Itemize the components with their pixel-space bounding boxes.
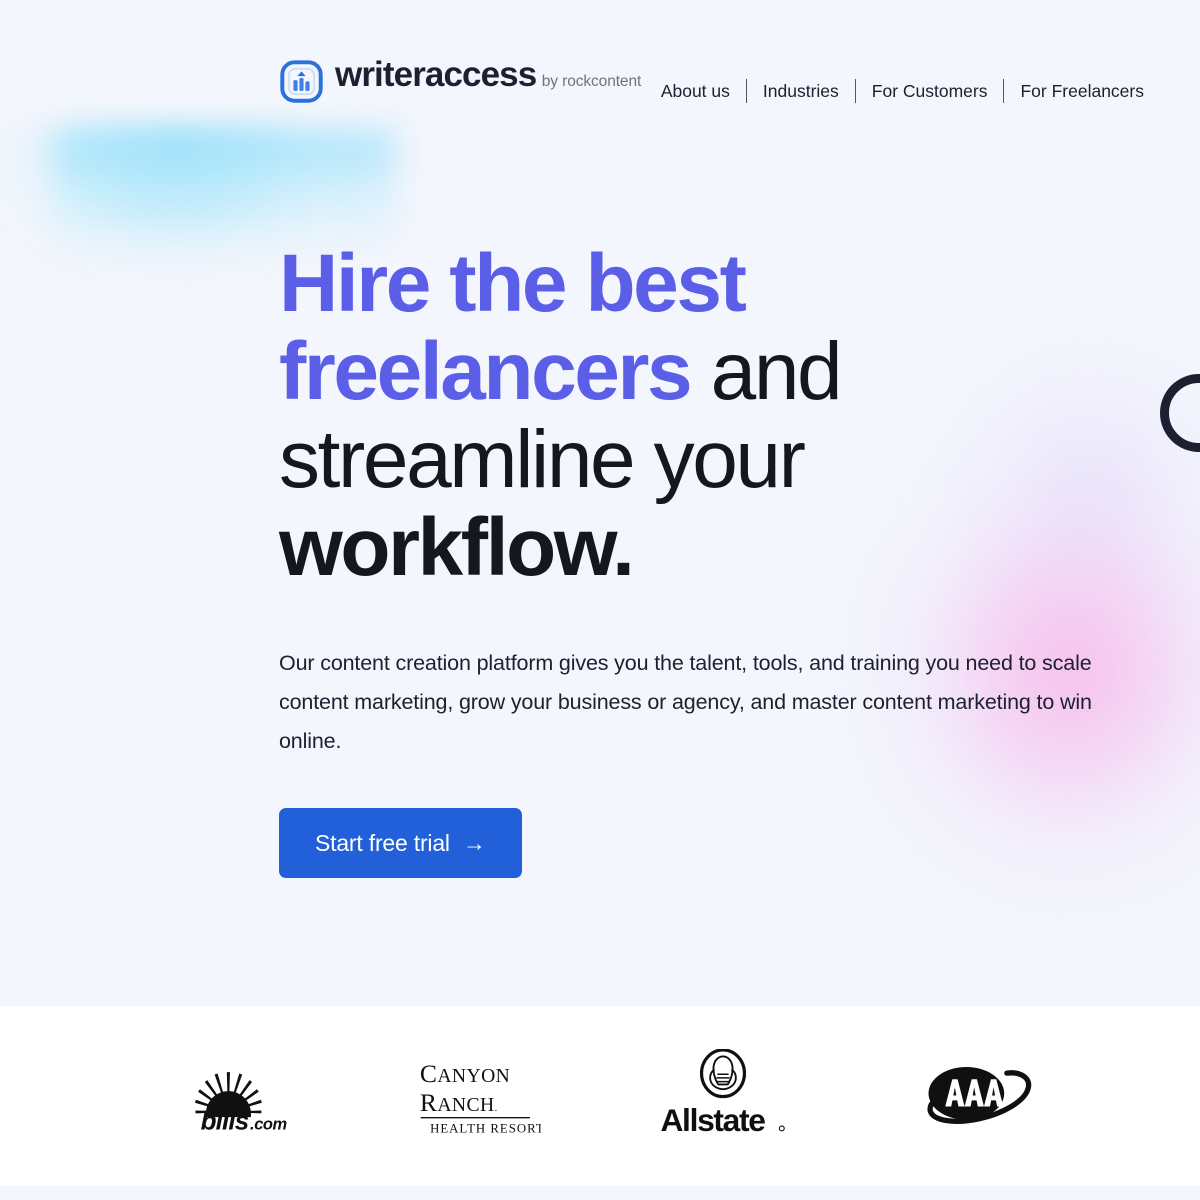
hero-paragraph: Our content creation platform gives you …: [279, 651, 1092, 753]
brand-tagline: by rockcontent: [541, 73, 642, 90]
headline-bold-word: workflow.: [279, 502, 635, 593]
headline-accent-word: freelancers: [279, 326, 693, 417]
svg-text:Allstate: Allstate: [660, 1102, 765, 1138]
page-root: writeraccess by rockcontent About us Ind…: [0, 0, 1200, 1200]
nav-item-for-freelancers[interactable]: For Freelancers: [1004, 78, 1160, 104]
canyon-ranch-logo: CANYON RANCH. HEALTH RESORT: [420, 1059, 541, 1136]
client-logo-canyon-ranch: CANYON RANCH. HEALTH RESORT: [402, 1041, 552, 1151]
aaa-oval-logo: [927, 1066, 1032, 1124]
svg-text:HEALTH RESORT: HEALTH RESORT: [430, 1122, 541, 1136]
page-bottom-strip: [0, 1186, 1200, 1200]
brand-name: writeraccess: [335, 55, 537, 94]
nav-item-for-customers[interactable]: For Customers: [856, 78, 1004, 104]
start-free-trial-button[interactable]: Start free trial →: [279, 808, 522, 878]
main-navigation: About us Industries For Customers For Fr…: [645, 78, 1160, 104]
hero-content: Hire the best freelancers and streamline…: [279, 240, 1159, 878]
svg-text:CANYON: CANYON: [420, 1059, 510, 1088]
svg-text:.com: .com: [250, 1115, 287, 1133]
svg-text:RANCH.: RANCH.: [420, 1088, 498, 1117]
decorative-arc-graphic: [1160, 374, 1200, 452]
headline-accent-line1: Hire the best: [279, 238, 747, 329]
nav-item-about-us[interactable]: About us: [645, 78, 746, 104]
arrow-right-icon: →: [462, 829, 486, 856]
client-logo-bills-dot-com: bills .com: [156, 1041, 306, 1151]
allstate-good-hands-logo: Allstate: [660, 1049, 785, 1138]
nav-divider: [1003, 79, 1005, 103]
hero-headline: Hire the best freelancers and streamline…: [279, 240, 899, 592]
nav-divider: [854, 79, 856, 103]
client-logo-allstate: Allstate: [648, 1041, 798, 1151]
nav-divider: [745, 79, 747, 103]
client-logo-aaa: [894, 1041, 1044, 1151]
brand-logo-link[interactable]: writeraccess by rockcontent: [279, 56, 641, 104]
bills-dot-com-logo: bills .com: [194, 1071, 287, 1135]
svg-text:bills: bills: [201, 1105, 249, 1135]
site-header: writeraccess by rockcontent About us Ind…: [0, 0, 1200, 137]
nav-item-industries[interactable]: Industries: [747, 78, 855, 104]
cta-label: Start free trial: [315, 829, 450, 856]
decorative-cyan-blob-2: [55, 132, 395, 252]
client-logo-strip: bills .com CANYON RANCH. HEALTH RESORT A…: [0, 1006, 1200, 1186]
bar-chart-in-rounded-square-icon: [280, 60, 323, 103]
